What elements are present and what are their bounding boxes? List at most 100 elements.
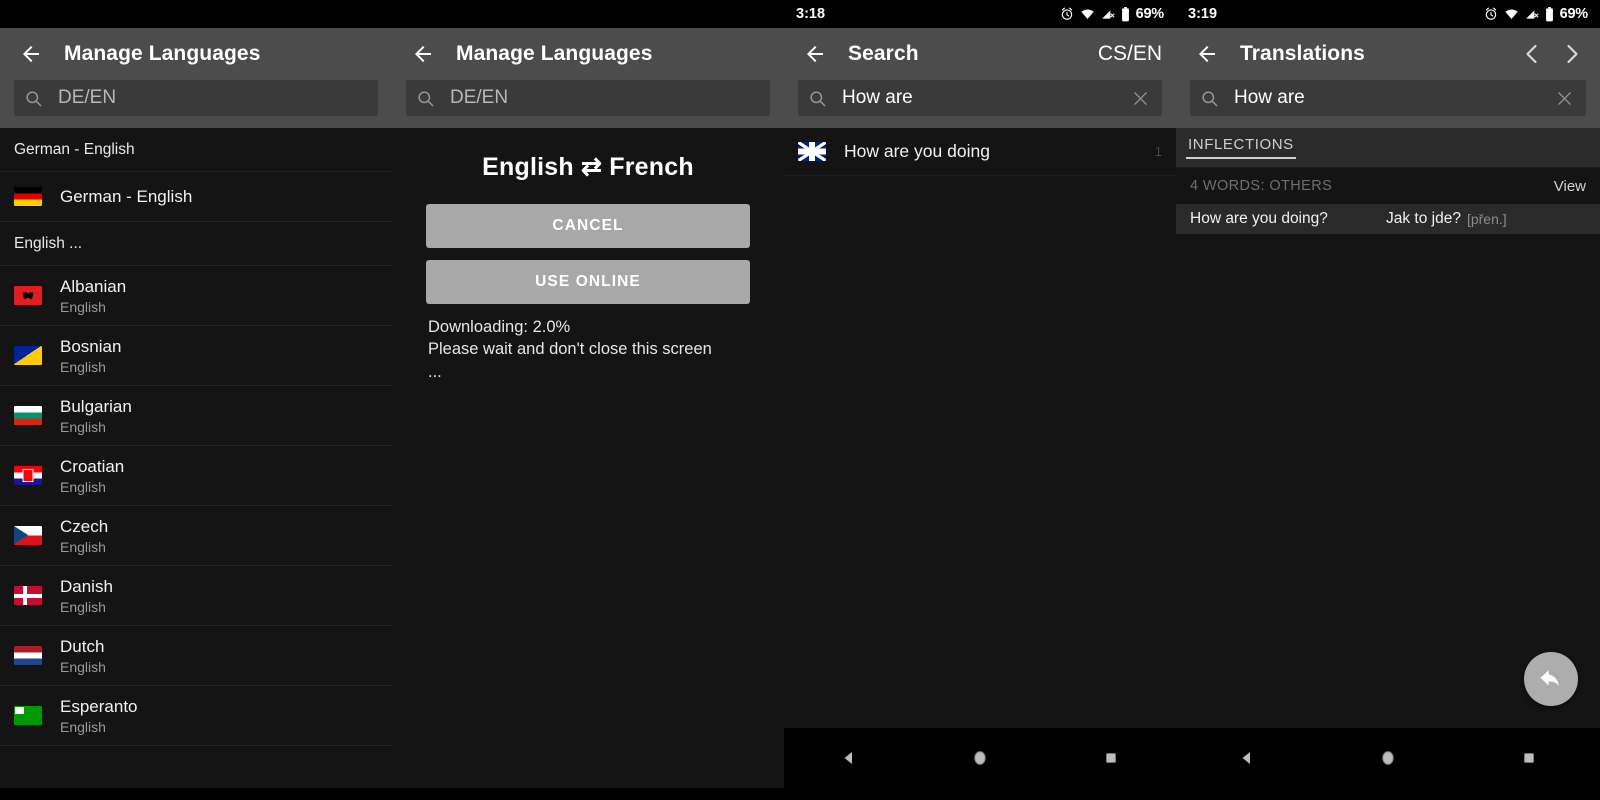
search-bar-container: How are — [784, 80, 1176, 128]
list-item-sublabel: English — [60, 658, 106, 675]
multi-panel-screenshot: Manage Languages DE/EN German - English … — [0, 0, 1600, 800]
list-item-sublabel: English — [60, 718, 106, 735]
search-input[interactable]: DE/EN — [14, 80, 378, 116]
app-bar: Manage Languages — [0, 28, 392, 80]
app-bar: Manage Languages — [392, 28, 784, 80]
list-item[interactable]: Czech English — [0, 506, 392, 566]
dialog-title: English ⇄ French — [482, 153, 694, 181]
search-input[interactable]: DE/EN — [406, 80, 770, 116]
flag-de-icon — [14, 187, 42, 206]
nav-recents-square-icon[interactable] — [1501, 736, 1557, 780]
list-item[interactable]: Dutch English — [0, 626, 392, 686]
list-item-sublabel: English — [60, 298, 106, 315]
table-row[interactable]: How are you doing? Jak to jde? [přen.] — [1176, 204, 1600, 234]
status-bar — [392, 0, 784, 28]
translation-source: How are you doing? — [1190, 210, 1328, 227]
status-bar-time: 3:18 — [796, 6, 826, 22]
status-bar-icons: 69% — [1060, 6, 1164, 22]
panel-translations: 3:19 69% Translations How are INFLECTION… — [1176, 0, 1600, 800]
search-input[interactable]: How are — [798, 80, 1162, 116]
status-bar: 3:18 69% — [784, 0, 1176, 28]
bottom-filler — [0, 788, 392, 800]
wifi-icon — [1504, 7, 1519, 21]
list-item[interactable]: Albanian English — [0, 266, 392, 326]
list-item[interactable]: Danish English — [0, 566, 392, 626]
cancel-button[interactable]: CANCEL — [426, 204, 750, 248]
search-icon — [808, 89, 834, 108]
flag-cz-icon — [14, 526, 42, 545]
search-input[interactable]: How are — [1190, 80, 1586, 116]
flag-nl-icon — [14, 646, 42, 665]
view-button[interactable]: View — [1554, 178, 1586, 195]
list-item[interactable]: Croatian English — [0, 446, 392, 506]
arrow-back-icon[interactable] — [406, 37, 440, 71]
battery-icon — [1121, 6, 1130, 22]
flag-al-icon — [14, 286, 42, 305]
list-item[interactable]: Bosnian English — [0, 326, 392, 386]
battery-icon — [1545, 6, 1554, 22]
language-pair-button[interactable]: CS/EN — [1098, 42, 1162, 66]
reply-icon[interactable] — [1524, 652, 1578, 706]
chevron-right-icon[interactable] — [1560, 42, 1584, 66]
group-label: 4 WORDS: OTHERS — [1190, 178, 1333, 194]
app-bar: Translations — [1176, 28, 1600, 80]
tab-bar: INFLECTIONS — [1176, 128, 1600, 168]
search-icon — [416, 89, 442, 108]
list-item-sublabel: English — [60, 418, 106, 435]
nav-recents-square-icon[interactable] — [1083, 736, 1139, 780]
close-icon[interactable] — [1128, 90, 1152, 107]
nav-back-triangle-icon[interactable] — [1219, 736, 1275, 780]
tab-inflections[interactable]: INFLECTIONS — [1186, 136, 1296, 159]
app-bar: Search CS/EN — [784, 28, 1176, 80]
close-icon[interactable] — [1552, 90, 1576, 107]
list-item[interactable]: German - English — [0, 172, 392, 222]
list-item-label: How are you doing — [844, 141, 990, 161]
list-item-label: Czech — [60, 516, 109, 536]
flag-dk-icon — [14, 586, 42, 605]
translations-content: INFLECTIONS 4 WORDS: OTHERS View How are… — [1176, 128, 1600, 728]
download-dialog: English ⇄ French CANCEL USE ONLINE Downl… — [392, 128, 784, 788]
panel-manage-languages: Manage Languages DE/EN German - English … — [0, 0, 392, 800]
flag-hr-icon — [14, 466, 42, 485]
page-title: Search — [848, 42, 919, 65]
alarm-icon — [1484, 7, 1498, 21]
download-progress-text: Downloading: 2.0% — [428, 318, 571, 336]
arrow-back-icon[interactable] — [1190, 37, 1224, 71]
search-results-list: How are you doing 1 — [784, 128, 1176, 728]
chevron-left-icon[interactable] — [1520, 42, 1544, 66]
list-item[interactable]: Esperanto English — [0, 686, 392, 746]
android-nav-bar — [1176, 728, 1600, 788]
translation-group-header: 4 WORDS: OTHERS View — [1176, 168, 1600, 204]
wifi-icon — [1080, 7, 1095, 21]
page-title: Manage Languages — [64, 42, 261, 65]
list-item-label: Esperanto — [60, 696, 138, 716]
list-item-sublabel: English — [60, 598, 106, 615]
section-header-english: English ... — [0, 222, 392, 266]
search-icon — [1200, 89, 1226, 108]
nav-home-circle-icon[interactable] — [952, 736, 1008, 780]
flag-ba-icon — [14, 346, 42, 365]
list-item-label: Bosnian — [60, 336, 122, 356]
list-item-sublabel: English — [60, 478, 106, 495]
nav-home-circle-icon[interactable] — [1360, 736, 1416, 780]
translation-note: [přen.] — [1466, 211, 1507, 227]
search-input-value: How are — [1234, 87, 1305, 108]
alarm-icon — [1060, 7, 1074, 21]
list-item-label: Croatian — [60, 456, 125, 476]
language-list: German - English German - English Englis… — [0, 128, 392, 788]
arrow-back-icon[interactable] — [14, 37, 48, 71]
flag-gb-icon — [798, 142, 826, 161]
list-item[interactable]: Bulgarian English — [0, 386, 392, 446]
battery-percent: 69% — [1135, 6, 1165, 22]
search-input-value: How are — [842, 87, 913, 108]
nav-back-triangle-icon[interactable] — [821, 736, 877, 780]
flag-bg-icon — [14, 406, 42, 425]
bottom-filler — [392, 788, 784, 800]
battery-percent: 69% — [1559, 6, 1589, 22]
use-online-button[interactable]: USE ONLINE — [426, 260, 750, 304]
search-bar-container: How are — [1176, 80, 1600, 128]
list-item[interactable]: How are you doing 1 — [784, 128, 1176, 176]
arrow-back-icon[interactable] — [798, 37, 832, 71]
search-input-placeholder: DE/EN — [58, 87, 117, 108]
status-bar — [0, 0, 392, 28]
